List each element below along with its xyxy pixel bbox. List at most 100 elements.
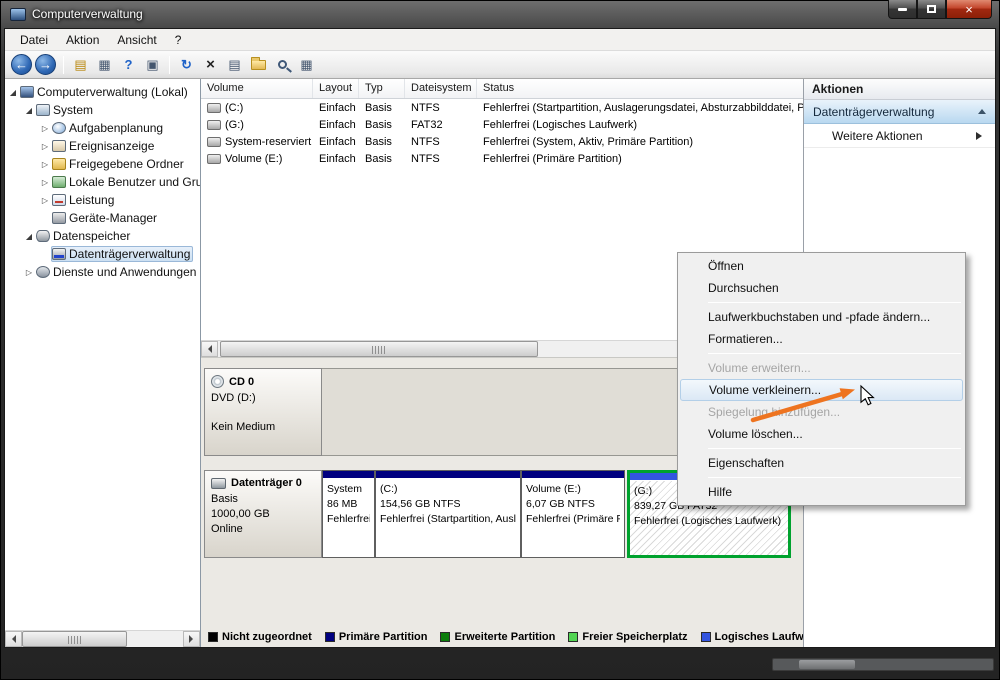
tree-item-datentraegerverwaltung[interactable]: Datenträgerverwaltung <box>5 245 200 263</box>
bottom-scrollbar-thumb[interactable] <box>799 660 855 669</box>
volume-row-system-reserviert[interactable]: System-reserviert Einfach Basis NTFS Feh… <box>201 133 803 150</box>
scroll-right-button[interactable] <box>183 631 200 647</box>
expand-arrow-icon[interactable]: ▷ <box>39 196 51 205</box>
menu-ansicht[interactable]: Ansicht <box>108 30 165 50</box>
menu-item-formatieren[interactable]: Formatieren... <box>680 328 963 350</box>
volume-row-g[interactable]: (G:) Einfach Basis FAT32 Fehlerfrei (Log… <box>201 116 803 133</box>
menu-item-volume-loeschen[interactable]: Volume löschen... <box>680 423 963 445</box>
scrollbar-track[interactable] <box>22 631 183 647</box>
menu-item-hilfe[interactable]: Hilfe <box>680 481 963 503</box>
cd-device: DVD (D:) <box>211 392 256 404</box>
tree-item-datenspeicher[interactable]: ◢ Datenspeicher <box>5 227 200 245</box>
menu-aktion[interactable]: Aktion <box>57 30 108 50</box>
volume-row-c[interactable]: (C:) Einfach Basis NTFS Fehlerfrei (Star… <box>201 99 803 116</box>
expand-arrow-icon[interactable]: ▷ <box>23 268 35 277</box>
menu-item-spiegelung-hinzufuegen: Spiegelung hinzufügen... <box>708 405 841 419</box>
menu-hilfe[interactable]: ? <box>166 30 191 50</box>
volume-filesystem: NTFS <box>411 135 440 148</box>
expand-arrow-icon[interactable]: ▷ <box>39 178 51 187</box>
partition-status: Fehlerfrei (Startpartition, Auslagerungs… <box>380 513 516 525</box>
titlebar[interactable]: Computerverwaltung <box>0 0 1000 28</box>
menu-item-laufwerkbuchstaben[interactable]: Laufwerkbuchstaben und -pfade ändern... <box>680 306 963 328</box>
export-list-icon[interactable]: ▤ <box>69 54 92 76</box>
actions-weitere-aktionen[interactable]: Weitere Aktionen <box>804 124 995 148</box>
tree-item-lokale-benutzer[interactable]: ▷ Lokale Benutzer und Gruppen <box>5 173 200 191</box>
tree-item-ereignisanzeige[interactable]: ▷ Ereignisanzeige <box>5 137 200 155</box>
console-window-icon[interactable]: ▣ <box>141 54 164 76</box>
partition-e[interactable]: Volume (E:) 6,07 GB NTFS Fehlerfrei (Pri… <box>521 470 625 558</box>
tree-horizontal-scrollbar[interactable] <box>5 630 200 647</box>
actions-title: Aktionen <box>804 79 995 100</box>
device-manager-icon <box>52 212 66 224</box>
volume-typ: Basis <box>365 152 392 165</box>
actions-more-label: Weitere Aktionen <box>832 128 923 143</box>
back-icon[interactable]: ← <box>11 54 32 75</box>
close-button[interactable]: × <box>946 0 992 19</box>
tree-item-dienste-anwendungen[interactable]: ▷ Dienste und Anwendungen <box>5 263 200 281</box>
forward-icon[interactable]: → <box>35 54 56 75</box>
tree-item-geraete-manager[interactable]: Geräte-Manager <box>5 209 200 227</box>
partition-c[interactable]: (C:) 154,56 GB NTFS Fehlerfrei (Startpar… <box>375 470 521 558</box>
legend-swatch <box>700 632 711 642</box>
menu-item-volume-verkleinern[interactable]: Volume verkleinern... <box>680 379 963 401</box>
tree-item-label: Lokale Benutzer und Gruppen <box>69 175 200 189</box>
delete-icon[interactable]: × <box>199 54 222 76</box>
grip-icon <box>67 636 82 644</box>
scroll-left-button[interactable] <box>5 631 22 647</box>
menu-datei[interactable]: Datei <box>11 30 57 50</box>
toolbar: ← → ▤ ▦ ? ▣ ↻ × ▤ ▦ <box>5 51 995 79</box>
column-typ[interactable]: Typ <box>359 79 405 98</box>
column-dateisystem[interactable]: Dateisystem <box>405 79 477 98</box>
expand-arrow-icon[interactable]: ▷ <box>39 142 51 151</box>
legend-label: Nicht zugeordnet <box>222 631 312 643</box>
partition-status: Fehlerfrei (Primäre Partition) <box>526 513 620 525</box>
menu-item-oeffnen[interactable]: Öffnen <box>680 255 963 277</box>
maximize-button[interactable] <box>917 0 946 19</box>
menu-item-durchsuchen[interactable]: Durchsuchen <box>680 277 963 299</box>
column-layout[interactable]: Layout <box>313 79 359 98</box>
scrollbar-thumb[interactable] <box>22 631 127 647</box>
partition-status: Fehlerfrei (Logisches Laufwerk) <box>634 515 782 527</box>
legend-erweiterte-partition: Erweiterte Partition <box>440 631 555 643</box>
tree-item-leistung[interactable]: ▷ Leistung <box>5 191 200 209</box>
partition-system[interactable]: System 86 MB Fehlerfrei (System, Aktiv, … <box>322 470 375 558</box>
legend-label: Freier Speicherplatz <box>582 631 688 643</box>
actions-group-datentraegerverwaltung[interactable]: Datenträgerverwaltung <box>804 100 995 124</box>
console-tree-panel: ◢ Computerverwaltung (Lokal) ◢ System ▷ … <box>5 79 201 647</box>
show-console-tree-icon[interactable]: ▦ <box>93 54 116 76</box>
refresh-icon[interactable]: ↻ <box>175 54 198 76</box>
volume-row-e[interactable]: Volume (E:) Einfach Basis NTFS Fehlerfre… <box>201 150 803 167</box>
expand-arrow-icon[interactable]: ◢ <box>23 106 35 115</box>
tree-item-system[interactable]: ◢ System <box>5 101 200 119</box>
cd-rom-header[interactable]: CD 0 DVD (D:) Kein Medium <box>204 368 322 456</box>
bottom-scrollbar[interactable] <box>772 658 994 671</box>
expand-arrow-icon[interactable]: ◢ <box>23 232 35 241</box>
disk0-header[interactable]: Datenträger 0 Basis 1000,00 GB Online <box>204 470 322 558</box>
console-grid-icon[interactable]: ▦ <box>295 54 318 76</box>
volume-layout: Einfach <box>319 135 356 148</box>
partition-type-strip <box>323 471 374 479</box>
tree-item-aufgabenplanung[interactable]: ▷ Aufgabenplanung <box>5 119 200 137</box>
column-status[interactable]: Status <box>477 79 803 98</box>
disk-management-icon <box>52 248 66 260</box>
zoom-icon[interactable] <box>271 54 294 76</box>
tree-item-computerverwaltung[interactable]: ◢ Computerverwaltung (Lokal) <box>5 83 200 101</box>
menu-item-eigenschaften[interactable]: Eigenschaften <box>680 452 963 474</box>
help-icon[interactable]: ? <box>117 54 140 76</box>
expand-arrow-icon[interactable]: ◢ <box>7 88 19 97</box>
expand-arrow-icon[interactable]: ▷ <box>39 124 51 133</box>
volume-filesystem: NTFS <box>411 101 440 114</box>
volume-name: Volume (E:) <box>225 152 283 165</box>
expand-arrow-icon[interactable]: ▷ <box>39 160 51 169</box>
chevron-up-icon <box>978 105 986 114</box>
minimize-button[interactable] <box>888 0 917 19</box>
scrollbar-thumb[interactable] <box>220 341 538 357</box>
open-folder-icon[interactable] <box>247 54 270 76</box>
volume-name: (C:) <box>225 101 244 114</box>
scroll-left-button[interactable] <box>201 341 218 357</box>
column-volume[interactable]: Volume <box>201 79 313 98</box>
properties-icon[interactable]: ▤ <box>223 54 246 76</box>
menu-separator <box>708 477 961 478</box>
tree-item-freigegebene-ordner[interactable]: ▷ Freigegebene Ordner <box>5 155 200 173</box>
computer-icon <box>20 86 34 98</box>
